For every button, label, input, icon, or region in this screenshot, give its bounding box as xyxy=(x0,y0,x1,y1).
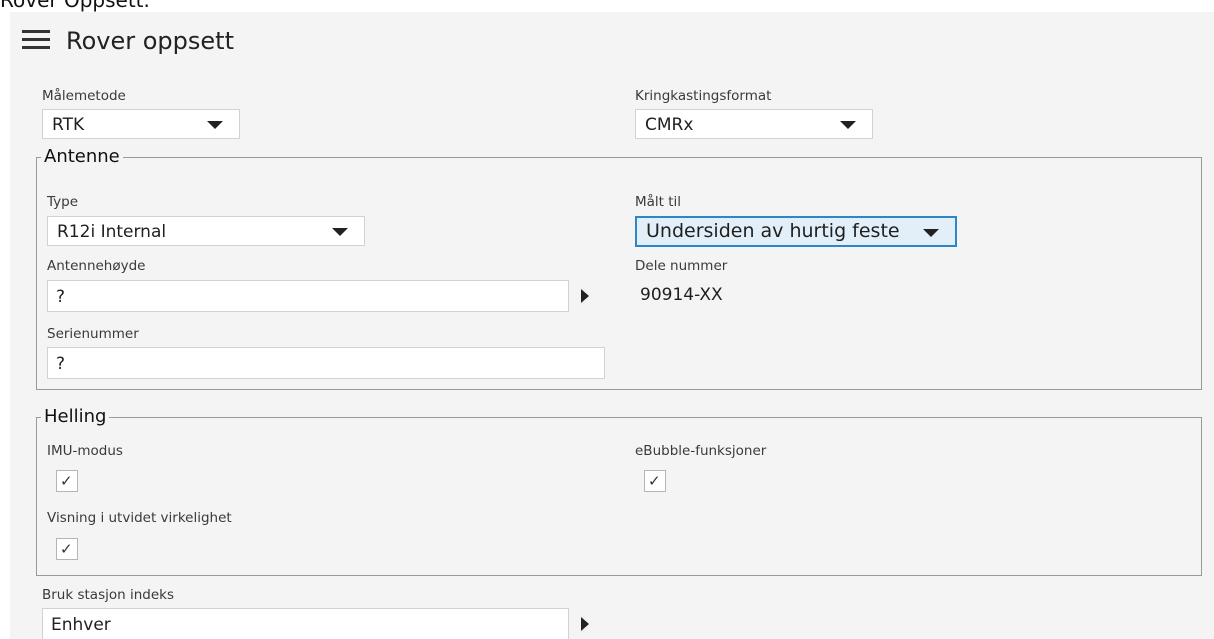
visning-label: Visning i utvidet virkelighet xyxy=(47,510,232,526)
check-icon: ✓ xyxy=(60,540,73,558)
kringkastingsformat-dropdown[interactable]: CMRx xyxy=(635,109,873,139)
chevron-down-icon xyxy=(332,228,348,236)
antennehoyde-label: Antennehøyde xyxy=(47,258,146,274)
helling-legend: Helling xyxy=(41,406,110,428)
imu-modus-checkbox[interactable]: ✓ xyxy=(56,470,78,492)
serienummer-label: Serienummer xyxy=(47,326,139,342)
dele-nummer-value: 90914-XX xyxy=(640,285,723,305)
antennehoyde-value: ? xyxy=(56,287,66,307)
dele-nummer-label: Dele nummer xyxy=(635,258,728,274)
chevron-down-icon xyxy=(840,121,856,129)
antennehoyde-arrow-icon[interactable] xyxy=(569,280,601,312)
bruk-stasjon-indeks-field[interactable]: Enhver xyxy=(42,608,569,639)
page-title: Rover oppsett xyxy=(66,27,234,55)
malemetode-value: RTK xyxy=(52,115,85,135)
malt-til-label: Målt til xyxy=(635,194,682,210)
antenne-type-value: R12i Internal xyxy=(57,222,167,242)
antenne-type-dropdown[interactable]: R12i Internal xyxy=(47,216,365,246)
malt-til-value: Undersiden av hurtig feste xyxy=(646,220,900,242)
bruk-stasjon-indeks-value: Enhver xyxy=(51,615,111,635)
antenne-type-label: Type xyxy=(47,194,79,210)
hamburger-menu-icon[interactable] xyxy=(22,28,50,50)
antennehoyde-input[interactable]: ? xyxy=(47,280,569,312)
malt-til-dropdown[interactable]: Undersiden av hurtig feste xyxy=(635,216,957,247)
bruk-stasjon-indeks-arrow-icon[interactable] xyxy=(569,608,601,639)
ebubble-label: eBubble-funksjoner xyxy=(635,443,767,459)
visning-checkbox[interactable]: ✓ xyxy=(56,538,78,560)
antenne-legend: Antenne xyxy=(41,146,123,168)
kringkastingsformat-value: CMRx xyxy=(645,115,694,135)
malemetode-dropdown[interactable]: RTK xyxy=(42,109,240,139)
helling-group xyxy=(36,417,1202,576)
ebubble-checkbox[interactable]: ✓ xyxy=(644,470,666,492)
bruk-stasjon-indeks-label: Bruk stasjon indeks xyxy=(42,587,175,603)
kringkastingsformat-label: Kringkastingsformat xyxy=(635,88,772,104)
serienummer-value: ? xyxy=(56,354,66,374)
check-icon: ✓ xyxy=(60,472,73,490)
check-icon: ✓ xyxy=(648,472,661,490)
serienummer-input[interactable]: ? xyxy=(47,347,605,379)
rover-setup-panel: Rover oppsett Målemetode RTK Kringkastin… xyxy=(10,12,1214,639)
chevron-down-icon xyxy=(923,229,939,237)
imu-modus-label: IMU-modus xyxy=(47,443,123,459)
malemetode-label: Målemetode xyxy=(42,88,126,104)
chevron-down-icon xyxy=(207,121,223,129)
